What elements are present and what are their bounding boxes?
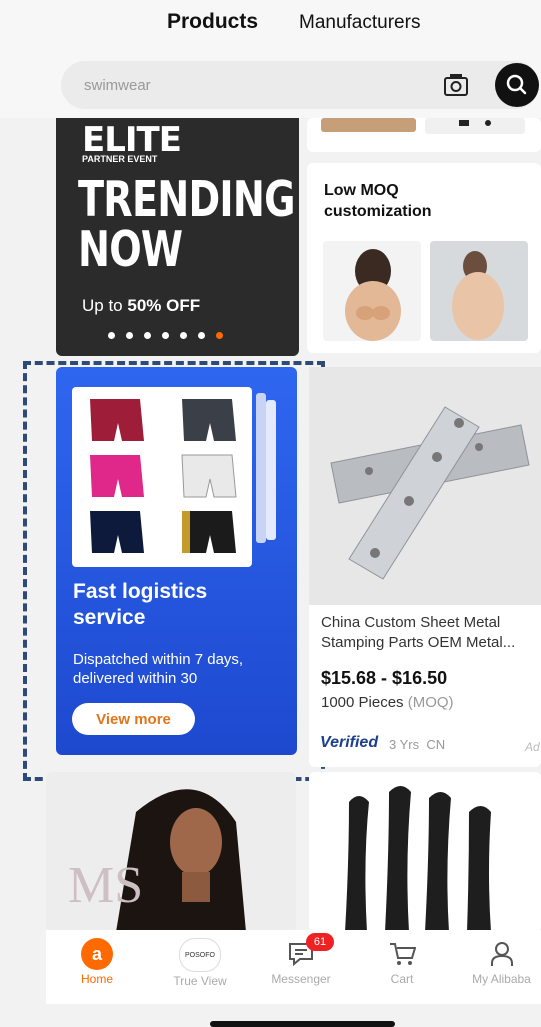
highlight-box: [23, 361, 325, 781]
cart-icon: [386, 938, 418, 970]
svg-text:MS: MS: [68, 857, 143, 914]
product-thumbnails: [321, 118, 525, 134]
product-moq: 1000 Pieces (MOQ): [321, 694, 454, 711]
search-placeholder: swimwear: [84, 77, 151, 94]
carousel-dot[interactable]: [180, 332, 187, 339]
nav-home[interactable]: a Home: [57, 932, 137, 986]
home-indicator: [210, 1021, 395, 1027]
low-moq-images: [323, 241, 528, 341]
carousel-dot[interactable]: [198, 332, 205, 339]
product-card-hair[interactable]: [309, 772, 541, 932]
tab-products[interactable]: Products: [167, 10, 258, 34]
product-card-partial[interactable]: [307, 118, 541, 152]
search-button[interactable]: [495, 63, 539, 107]
carousel-dot[interactable]: [144, 332, 151, 339]
verified-badge: Verified: [320, 734, 379, 751]
carousel-indicator: [108, 332, 223, 339]
product-title: China Custom Sheet Metal Stamping Parts …: [321, 614, 516, 651]
nav-my-alibaba[interactable]: My Alibaba: [462, 932, 541, 986]
product-card-wig[interactable]: MS: [46, 772, 296, 932]
alibaba-logo-icon: a: [81, 938, 113, 970]
nav-cart[interactable]: Cart: [362, 932, 442, 986]
banner-subbrand: PARTNER EVENT: [82, 154, 158, 164]
nav-true-view[interactable]: POSOFO True View: [160, 932, 240, 988]
carousel-dot[interactable]: [216, 332, 223, 339]
true-view-icon: POSOFO: [179, 938, 221, 972]
search-icon: [506, 74, 527, 95]
carousel-dot[interactable]: [126, 332, 133, 339]
banner-offer: Up to 50% OFF: [82, 296, 201, 315]
product-price: $15.68 - $16.50: [321, 668, 448, 688]
product-image: [309, 367, 541, 605]
tab-manufacturers[interactable]: Manufacturers: [299, 12, 420, 34]
ad-label: Ad: [525, 740, 540, 754]
low-moq-title: Low MOQ customization: [324, 182, 432, 220]
carousel-dot[interactable]: [162, 332, 169, 339]
carousel-dot[interactable]: [108, 332, 115, 339]
camera-icon[interactable]: [443, 71, 469, 97]
user-icon: [486, 938, 518, 970]
supplier-years: 3 Yrs CN: [389, 737, 446, 752]
messenger-badge: 61: [306, 933, 334, 951]
banner-headline: TRENDING NOW: [78, 171, 295, 278]
